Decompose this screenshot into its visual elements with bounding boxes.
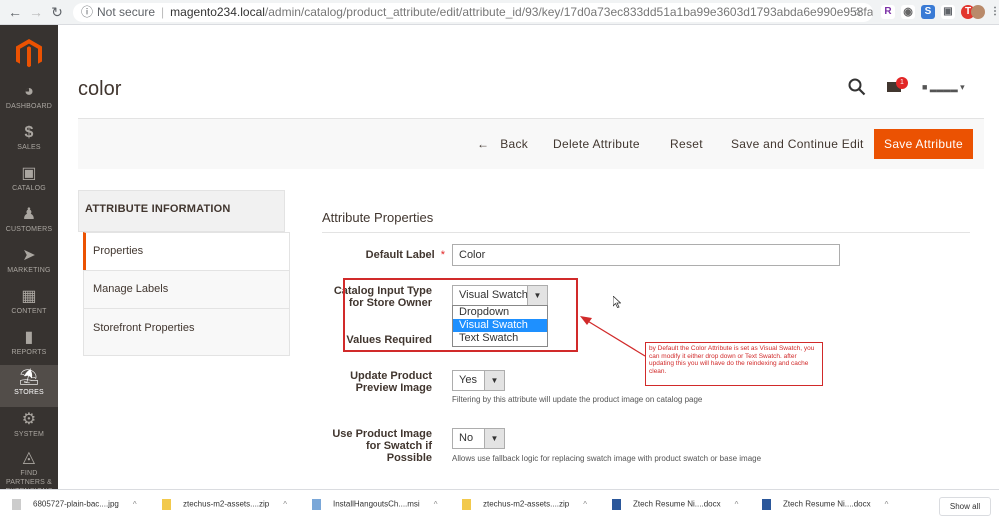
download-filename: ztechus-m2-assets....zip bbox=[483, 499, 570, 509]
download-filename: Ztech Resume Ni....docx bbox=[633, 499, 721, 509]
download-filename: Ztech Resume Ni....docx bbox=[783, 499, 871, 509]
download-item[interactable]: Ztech Resume Ni....docx ^ bbox=[762, 499, 888, 510]
zip-file-icon bbox=[162, 499, 171, 510]
chevron-up-icon[interactable]: ^ bbox=[283, 500, 287, 509]
download-item[interactable]: 6805727-plain-bac....jpg ^ bbox=[12, 499, 137, 510]
chevron-up-icon[interactable]: ^ bbox=[735, 500, 739, 509]
word-file-icon bbox=[762, 499, 771, 510]
download-filename: InstallHangoutsCh....msi bbox=[333, 499, 420, 509]
mouse-cursor-icon bbox=[613, 296, 621, 308]
download-item[interactable]: ztechus-m2-assets....zip ^ bbox=[162, 499, 287, 510]
word-file-icon bbox=[612, 499, 621, 510]
annotation-arrow bbox=[580, 316, 646, 357]
chevron-up-icon[interactable]: ^ bbox=[583, 500, 587, 509]
installer-file-icon bbox=[312, 499, 321, 510]
chevron-up-icon[interactable]: ^ bbox=[133, 500, 137, 509]
chevron-up-icon[interactable]: ^ bbox=[434, 500, 438, 509]
download-item[interactable]: InstallHangoutsCh....msi ^ bbox=[312, 499, 437, 510]
download-item[interactable]: Ztech Resume Ni....docx ^ bbox=[612, 499, 738, 510]
chevron-up-icon[interactable]: ^ bbox=[885, 500, 889, 509]
downloads-bar: 6805727-plain-bac....jpg ^ ztechus-m2-ass… bbox=[0, 489, 999, 521]
download-item[interactable]: ztechus-m2-assets....zip ^ bbox=[462, 499, 587, 510]
show-all-downloads-button[interactable]: Show all bbox=[939, 497, 991, 516]
annotation-callout: by Default the Color Attribute is set as… bbox=[645, 342, 823, 386]
zip-file-icon bbox=[462, 499, 471, 510]
download-filename: ztechus-m2-assets....zip bbox=[183, 499, 270, 509]
download-filename: 6805727-plain-bac....jpg bbox=[33, 499, 119, 509]
image-file-icon bbox=[12, 499, 21, 510]
